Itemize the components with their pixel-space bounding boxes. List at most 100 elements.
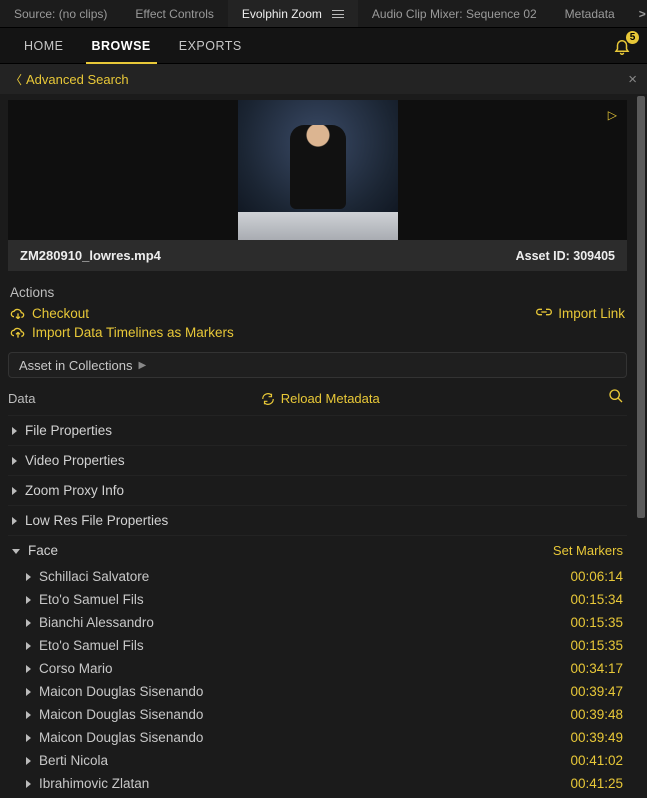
metadata-group[interactable]: Low Res File Properties [8,505,627,535]
nav-item[interactable]: BROWSE [78,28,165,63]
face-item[interactable]: Maicon Douglas Sisenando00:39:48 [8,703,627,726]
face-timestamp: 00:15:35 [570,615,623,630]
caret-right-icon [26,780,31,788]
face-name: Berti Nicola [39,753,108,768]
face-name: Maicon Douglas Sisenando [39,684,203,699]
play-icon[interactable]: ▷ [608,108,617,122]
advanced-search-label: Advanced Search [26,72,129,87]
caret-right-icon [26,688,31,696]
caret-right-icon [26,596,31,604]
panel-tabs-overflow[interactable]: >> [629,0,647,27]
group-label: Zoom Proxy Info [25,483,124,498]
face-timestamp: 00:15:34 [570,592,623,607]
panel-tab[interactable]: Effect Controls [121,0,227,27]
asset-filename: ZM280910_lowres.mp4 [20,248,161,263]
actions-title: Actions [0,275,635,304]
video-thumbnail [238,100,398,240]
reload-metadata-button[interactable]: Reload Metadata [261,391,380,406]
app-root: Source: (no clips)Effect ControlsEvolphi… [0,0,647,798]
face-timestamp: 00:15:35 [570,638,623,653]
group-label: Video Properties [25,453,125,468]
face-item[interactable]: Maicon Douglas Sisenando 00:39:47 [8,680,627,703]
face-item[interactable]: Eto'o Samuel Fils 00:15:35 [8,634,627,657]
face-name: Eto'o Samuel Fils [39,638,144,653]
metadata-group[interactable]: Zoom Proxy Info [8,475,627,505]
face-timestamp: 00:39:48 [570,707,623,722]
checkout-action[interactable]: Checkout [10,306,89,321]
face-name: Schillaci Salvatore [39,569,149,584]
scrollbar-track[interactable] [635,94,647,798]
data-title: Data [8,391,35,406]
asset-in-collections[interactable]: Asset in Collections ▶ [8,352,627,378]
caret-down-icon [12,549,20,554]
caret-right-icon [26,619,31,627]
caret-right-icon [26,665,31,673]
face-item[interactable]: Bianchi Alessandro 00:15:35 [8,611,627,634]
nav-item[interactable]: EXPORTS [165,28,256,63]
import-link-label: Import Link [558,306,625,321]
link-icon [536,306,552,321]
face-item[interactable]: Ibrahimovic Zlatan 00:41:25 [8,772,627,795]
face-timestamp: 00:41:02 [570,753,623,768]
preview-info-bar: ZM280910_lowres.mp4 Asset ID: 309405 [8,240,627,271]
caret-right-icon [12,427,17,435]
close-button[interactable]: × [628,71,637,88]
main-nav: HOMEBROWSEEXPORTS 5 [0,28,647,64]
asset-preview: ▷ ZM280910_lowres.mp4 Asset ID: 309405 [8,100,627,271]
face-item[interactable]: Eto'o Samuel Fils 00:15:34 [8,588,627,611]
body-scroll: ▷ ZM280910_lowres.mp4 Asset ID: 309405 A… [0,94,647,798]
face-name: Eto'o Samuel Fils [39,592,144,607]
body-inner[interactable]: ▷ ZM280910_lowres.mp4 Asset ID: 309405 A… [0,94,635,798]
face-item[interactable]: Schillaci Salvatore 00:06:14 [8,565,627,588]
advanced-search-back[interactable]: 〈 Advanced Search [10,71,129,88]
preview-canvas[interactable]: ▷ [8,100,627,240]
metadata-group[interactable]: Video Properties [8,445,627,475]
chevron-right-icon: ▶ [138,360,146,371]
face-name: Maicon Douglas Sisenando [39,730,203,745]
face-name: Bianchi Alessandro [39,615,154,630]
face-timestamp: 00:41:25 [570,776,623,791]
import-markers-action[interactable]: Import Data Timelines as Markers [10,325,234,340]
caret-right-icon [26,757,31,765]
metadata-group[interactable]: File Properties [8,415,627,445]
reload-icon [261,392,275,406]
caret-right-icon [12,457,17,465]
advanced-search-bar: 〈 Advanced Search × [0,64,647,94]
panel-menu-icon[interactable] [332,10,344,18]
asset-id: Asset ID: 309405 [516,249,615,263]
group-label: Low Res File Properties [25,513,168,528]
face-item[interactable]: Corso Mario00:34:17 [8,657,627,680]
face-item[interactable]: Berti Nicola 00:41:02 [8,749,627,772]
cloud-download-icon [10,307,26,321]
face-name: Ibrahimovic Zlatan [39,776,149,791]
scrollbar-thumb[interactable] [637,96,645,518]
panel-tab[interactable]: Source: (no clips) [0,0,121,27]
group-face-label: Face [28,543,58,558]
notifications-badge: 5 [626,31,639,44]
caret-right-icon [26,573,31,581]
set-markers-button[interactable]: Set Markers [553,543,623,558]
group-face[interactable]: Face Set Markers [8,535,627,565]
nav-item[interactable]: HOME [10,28,78,63]
panel-tab-strip: Source: (no clips)Effect ControlsEvolphi… [0,0,647,28]
caret-right-icon [26,711,31,719]
panel-tab[interactable]: Evolphin Zoom [228,0,358,27]
metadata-search-button[interactable] [605,388,627,409]
caret-right-icon [26,734,31,742]
face-timestamp: 00:34:17 [570,661,623,676]
caret-right-icon [12,487,17,495]
search-icon [608,388,624,404]
checkout-label: Checkout [32,306,89,321]
caret-right-icon [26,642,31,650]
face-timestamp: 00:39:47 [570,684,623,699]
chevron-left-icon: 〈 [10,71,22,88]
panel-tab[interactable]: Metadata [551,0,629,27]
import-link-action[interactable]: Import Link [536,306,625,321]
face-timestamp: 00:39:49 [570,730,623,745]
notifications-button[interactable]: 5 [613,37,631,55]
face-timestamp: 00:06:14 [570,569,623,584]
panel-tab[interactable]: Audio Clip Mixer: Sequence 02 [358,0,551,27]
collections-label: Asset in Collections [19,358,132,373]
group-label: File Properties [25,423,112,438]
face-item[interactable]: Maicon Douglas Sisenando 00:39:49 [8,726,627,749]
